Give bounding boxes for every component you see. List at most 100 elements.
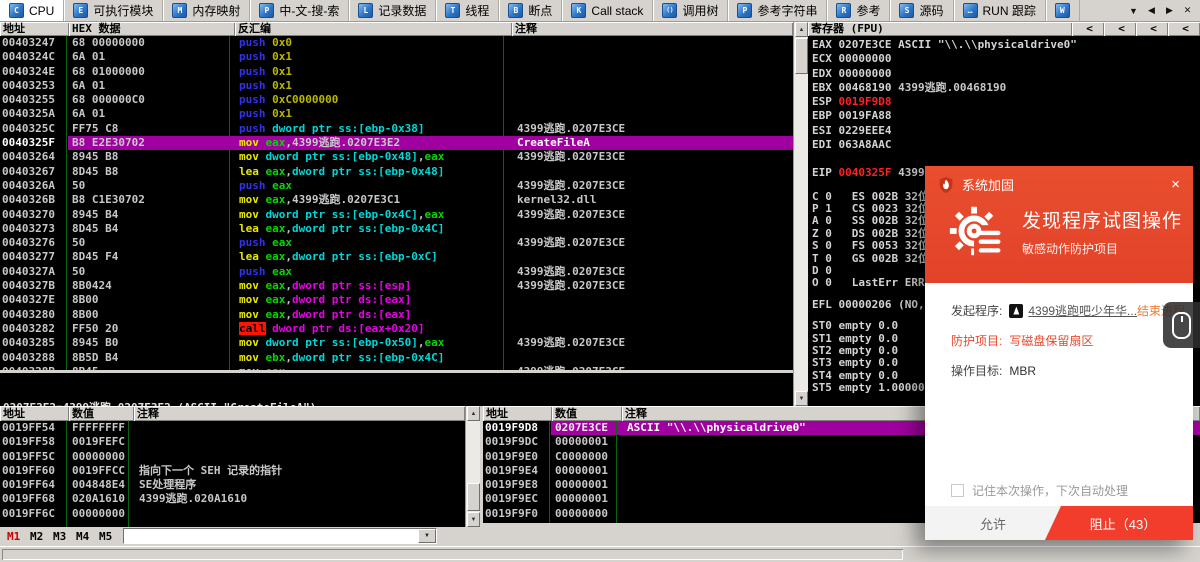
disasm-row[interactable]: 0040325F B8 E2E30702 mov eax,4399逃跑.0207E3… [0, 136, 793, 151]
registers-title: 寄存器 (FPU) [808, 22, 1072, 36]
disasm-hexbytes: 8B0424 [72, 279, 112, 293]
disassembly-scrollbar[interactable]: ▲ ▼ [793, 22, 808, 406]
block-button[interactable]: 阻止（43） [1045, 506, 1193, 540]
scroll-up-icon[interactable]: ▲ [467, 406, 480, 421]
scroll-up-icon[interactable]: ▲ [795, 22, 808, 37]
asm-token: eax [265, 279, 286, 293]
stack-row[interactable]: 0019FF68 020A1610 4399逃跑.020A1610 [0, 492, 465, 506]
disasm-row[interactable]: 00403277 8D45 F4 lea eax,dword ptr ss:[ebp… [0, 250, 793, 264]
toolbar-tab-executable-modules[interactable]: E 可执行模块 [64, 0, 164, 21]
disasm-row[interactable]: 00403282 FF50 20 call dword ptr ds:[eax+0x… [0, 321, 793, 336]
allow-button[interactable]: 允许 [925, 506, 1061, 540]
toolbar-tab-breakpoints[interactable]: B 断点 [499, 0, 563, 21]
toolbar-tab-source[interactable]: S 源码 [890, 0, 954, 21]
command-input[interactable] [124, 529, 418, 543]
dump-tab-m5[interactable]: M5 [99, 530, 112, 543]
stack-row[interactable]: 0019FF58 0019FEFC [0, 435, 465, 449]
asm-token: dword ptr ss:[ebp-0x4C] [265, 207, 418, 221]
stack-left-scrollbar[interactable]: ▲ ▼ [465, 406, 480, 527]
register-collapse-button[interactable]: < [1104, 22, 1136, 36]
asm-token: ST1 empty 0.0 [812, 331, 899, 345]
stack-row[interactable]: 0019FF5C 00000000 [0, 450, 465, 464]
toolbar-tab-run-trace[interactable]: … RUN 跟踪 [954, 0, 1046, 21]
asm-token: EBP 0019FA88 [812, 109, 892, 123]
disasm-row[interactable]: 00403253 6A 01 push 0x1 [0, 79, 793, 93]
source-program-link[interactable]: 4399逃跑吧少年华... [1028, 302, 1137, 319]
scroll-down-icon[interactable]: ▼ [467, 512, 480, 527]
column-header-comment: 注释 [134, 406, 465, 421]
disasm-row[interactable]: 00403273 8D45 B4 lea eax,dword ptr ss:[ebp… [0, 222, 793, 236]
disasm-address: 00403276 [2, 236, 55, 250]
window-dropdown-icon[interactable]: ▼ [1126, 3, 1141, 18]
toolbar-tab-memory-map[interactable]: M 内存映射 [163, 0, 251, 21]
disasm-row[interactable]: 0040325C FF75 C8 push dword ptr ss:[ebp-0x… [0, 122, 793, 136]
remember-checkbox[interactable] [951, 484, 964, 497]
disassembly-column-headers: 地址 HEX 数据 反汇编 注释 [0, 22, 793, 36]
debugger-window: C CPU E 可执行模块 M 内存映射 P 中-文-搜-索 L 记录数据 T 线程 B 断点 K Call … [0, 0, 1200, 562]
stack-row[interactable]: 0019FF54 FFFFFFFF [0, 421, 465, 435]
scroll-down-icon[interactable]: ▼ [795, 391, 808, 406]
disasm-instruction: mov eax,dword ptr ss:[esp] [235, 279, 513, 293]
disasm-row[interactable]: 00403280 8B00 mov eax,dword ptr ds:[eax] [0, 308, 793, 322]
scrollbar-thumb[interactable] [795, 38, 808, 74]
disasm-row[interactable]: 00403285 8945 B0 mov dword ptr ss:[ebp-0x5… [0, 336, 793, 350]
close-icon[interactable]: × [1171, 177, 1180, 192]
stack-row[interactable]: 0019FF60 0019FFCC 指向下一个 SEH 记录的指针 [0, 464, 465, 478]
stack-comment: 指向下一个 SEH 记录的指针 [139, 463, 283, 477]
protect-label: 防护项目: [951, 334, 1003, 348]
disasm-row[interactable]: 00403255 68 000000C0 push 0xC0000000 [0, 93, 793, 107]
disasm-instruction: call dword ptr ds:[eax+0x20] [235, 321, 513, 336]
disasm-row[interactable]: 0040324E 68 01000000 push 0x1 [0, 65, 793, 79]
disasm-row[interactable]: 0040325A 6A 01 push 0x1 [0, 107, 793, 121]
disasm-row[interactable]: 00403288 8B5D B4 mov ebx,dword ptr ss:[ebp… [0, 351, 793, 365]
stack-row[interactable]: 0019FF6C 00000000 [0, 507, 465, 521]
toolbar-tab-references[interactable]: R 参考 [827, 0, 891, 21]
disasm-row[interactable]: 0040327A 50 push eax 4399逃跑.0207E3CE [0, 265, 793, 279]
stack-row[interactable]: 0019FF64 004848E4 SE处理程序 [0, 478, 465, 492]
scroll-left-icon[interactable]: ◀ [1144, 3, 1159, 18]
register-collapse-button[interactable]: < [1168, 22, 1200, 36]
toolbar-tab-call-stack[interactable]: K Call stack [562, 0, 654, 21]
register-spacer [812, 152, 1200, 166]
disasm-address: 00403264 [2, 150, 55, 164]
toolbar-tab-call-tree[interactable]: () 调用树 [653, 0, 729, 21]
cn-search-icon: P [259, 3, 275, 18]
toolbar-tab-cn-search[interactable]: P 中-文-搜-索 [250, 0, 350, 21]
disasm-row[interactable]: 00403276 50 push eax 4399逃跑.0207E3CE [0, 236, 793, 250]
disasm-comment [513, 293, 793, 307]
asm-token: EIP [812, 166, 839, 180]
dump-tab-m1[interactable]: M1 [7, 530, 20, 543]
disasm-comment [513, 50, 793, 64]
toolbar-tab-label: Call stack [591, 3, 644, 18]
disasm-row[interactable]: 00403270 8945 B4 mov dword ptr ss:[ebp-0x4… [0, 208, 793, 222]
toolbar-tab-windows[interactable]: W [1046, 0, 1080, 21]
operand-info-pane: 0207E3E2=4399逃跑.0207E3E2 (ASCII "CreateF… [0, 370, 793, 455]
toolbar-tab-threads[interactable]: T 线程 [436, 0, 500, 21]
disasm-row[interactable]: 0040326A 50 push eax 4399逃跑.0207E3CE [0, 179, 793, 193]
disasm-row[interactable]: 0040327B 8B0424 mov eax,dword ptr ss:[esp]… [0, 279, 793, 293]
command-combobox[interactable]: ▼ [123, 528, 437, 544]
disasm-address: 0040327E [2, 293, 55, 307]
dump-tab-m3[interactable]: M3 [53, 530, 66, 543]
disasm-row[interactable]: 00403247 68 00000000 push 0x0 [0, 36, 793, 50]
disasm-row[interactable]: 00403264 8945 B8 mov dword ptr ss:[ebp-0x4… [0, 150, 793, 164]
toolbar-tab-log-data[interactable]: L 记录数据 [349, 0, 437, 21]
dump-tab-m4[interactable]: M4 [76, 530, 89, 543]
disasm-row[interactable]: 0040327E 8B00 mov eax,dword ptr ds:[eax] [0, 293, 793, 307]
toolbar-tab-reference-strings[interactable]: P 参考字符串 [728, 0, 828, 21]
scroll-right-icon[interactable]: ▶ [1162, 3, 1177, 18]
dump-tab-m2[interactable]: M2 [30, 530, 43, 543]
close-window-icon[interactable]: ✕ [1180, 3, 1195, 18]
stack-comment: SE处理程序 [139, 478, 197, 492]
alert-protect-row: 防护项目: 写磁盘保留扇区 [951, 332, 1183, 349]
disasm-row[interactable]: 00403267 8D45 B8 lea eax,dword ptr ss:[ebp… [0, 165, 793, 179]
disasm-row[interactable]: 0040326B B8 C1E30702 mov eax,4399逃跑.0207E3… [0, 193, 793, 207]
register-collapse-button[interactable]: < [1072, 22, 1104, 36]
toolbar-tab-cpu[interactable]: C CPU [0, 0, 65, 21]
register-collapse-button[interactable]: < [1136, 22, 1168, 36]
stack-comment [134, 450, 465, 464]
asm-token: lea [239, 164, 259, 178]
disasm-row[interactable]: 0040324C 6A 01 push 0x1 [0, 50, 793, 64]
scrollbar-thumb[interactable] [467, 483, 480, 511]
combo-dropdown-icon[interactable]: ▼ [418, 529, 436, 543]
